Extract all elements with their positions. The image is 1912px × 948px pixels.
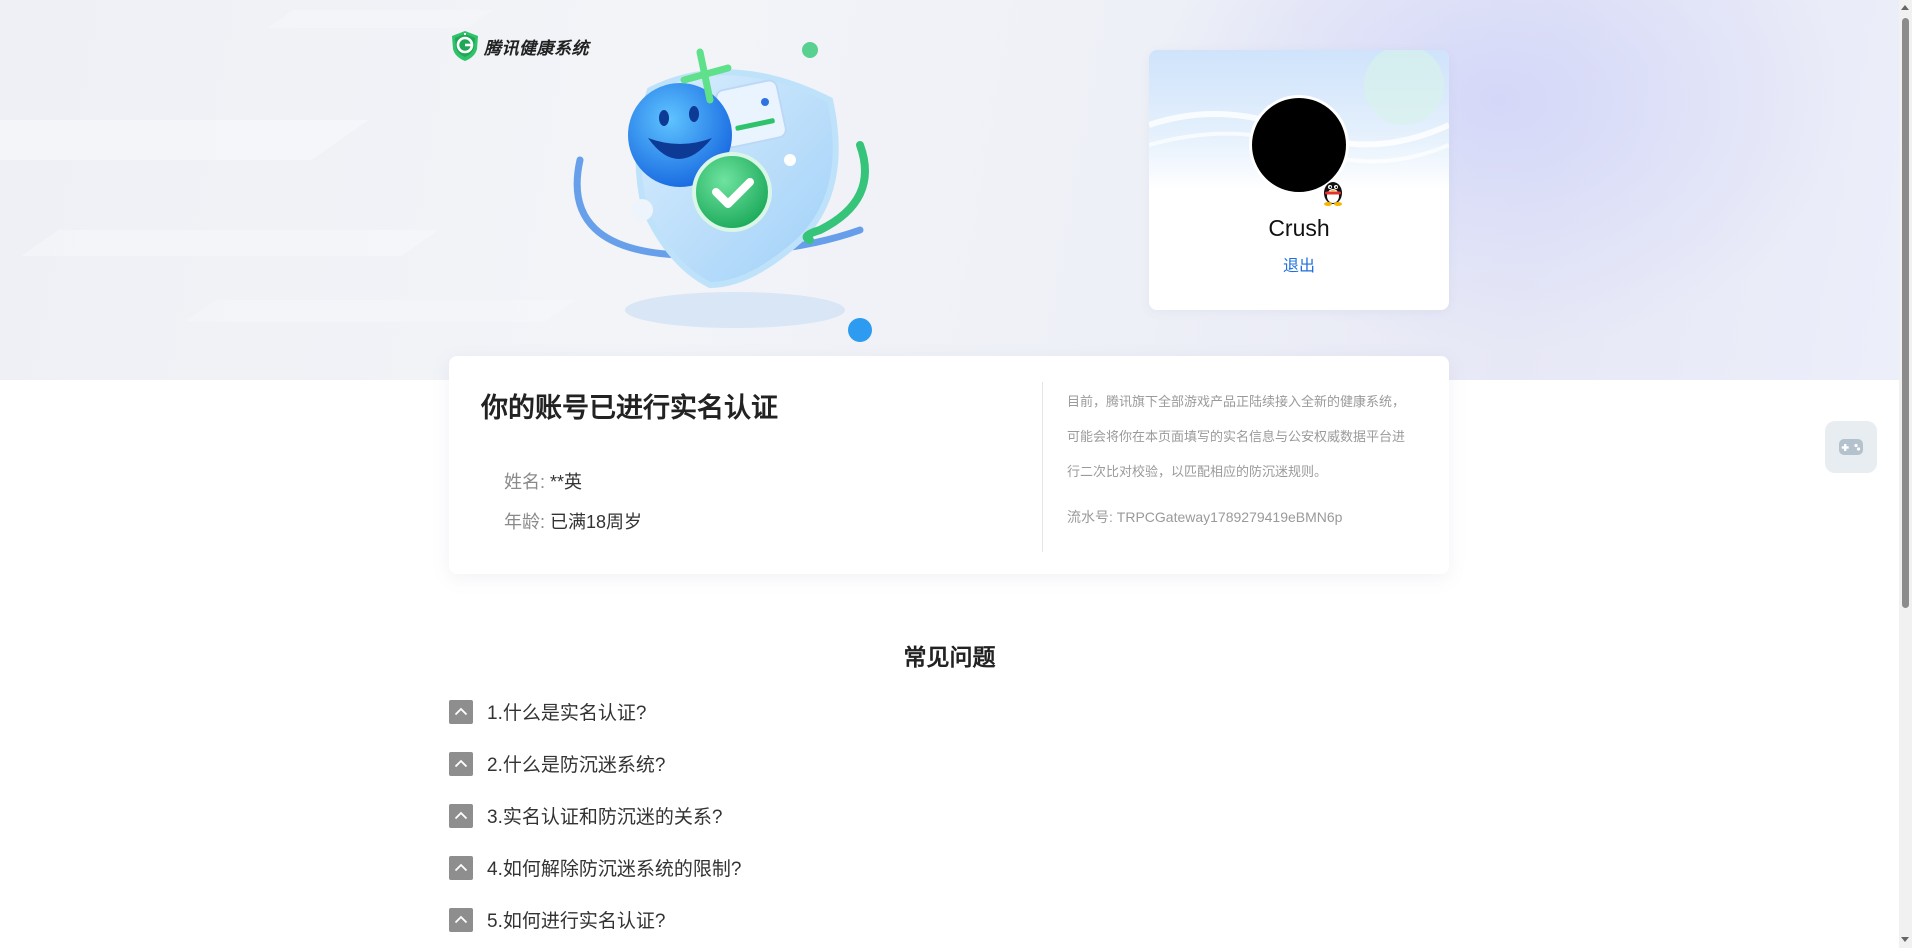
- scroll-down-icon[interactable]: [1901, 937, 1909, 942]
- chevron-up-icon[interactable]: [449, 907, 473, 932]
- faq-question[interactable]: 1.什么是实名认证?: [487, 698, 646, 725]
- game-controller-icon: [1839, 439, 1863, 455]
- hero-illustration: [532, 40, 900, 350]
- faq-item[interactable]: 2.什么是防沉迷系统?: [449, 750, 665, 777]
- page-scrollbar[interactable]: [1899, 0, 1912, 948]
- chevron-up-icon[interactable]: [449, 855, 473, 880]
- name-label: 姓名:: [504, 472, 546, 492]
- user-nickname: Crush: [1268, 215, 1330, 241]
- age-row: 年龄: 已满18周岁: [504, 508, 642, 534]
- health-system-notice: 目前，腾讯旗下全部游戏产品正陆续接入全新的健康系统，可能会将你在本页面填写的实名…: [1067, 394, 1406, 479]
- age-value: 已满18周岁: [550, 512, 643, 532]
- qq-penguin-icon: [1324, 182, 1342, 206]
- tencent-health-shield-icon: [452, 31, 478, 61]
- serial-label: 流水号:: [1067, 509, 1113, 525]
- faq-item[interactable]: 4.如何解除防沉迷系统的限制?: [449, 854, 741, 881]
- serial-number: 流水号: TRPCGateway1789279419eBMN6p: [1067, 507, 1342, 527]
- faq-item[interactable]: 5.如何进行实名认证?: [449, 906, 665, 933]
- logout-link[interactable]: 退出: [1149, 252, 1449, 276]
- hero-banner: [0, 0, 1899, 380]
- serial-value: TRPCGateway1789279419eBMN6p: [1116, 509, 1343, 525]
- faq-question[interactable]: 2.什么是防沉迷系统?: [487, 750, 665, 777]
- verification-title: 你的账号已进行实名认证: [481, 393, 778, 423]
- faq-item[interactable]: 1.什么是实名认证?: [449, 698, 646, 725]
- chevron-up-icon[interactable]: [449, 803, 473, 828]
- scroll-up-icon[interactable]: [1901, 5, 1909, 10]
- faq-question[interactable]: 4.如何解除防沉迷系统的限制?: [487, 854, 741, 881]
- faq-title: 常见问题: [903, 644, 996, 670]
- faq-question[interactable]: 3.实名认证和防沉迷的关系?: [487, 802, 722, 829]
- faq-item[interactable]: 3.实名认证和防沉迷的关系?: [449, 802, 722, 829]
- card-divider: [1042, 382, 1043, 552]
- faq-question[interactable]: 5.如何进行实名认证?: [487, 906, 665, 933]
- chevron-up-icon[interactable]: [449, 699, 473, 724]
- name-value: **英: [550, 472, 583, 492]
- chevron-up-icon[interactable]: [449, 751, 473, 776]
- floating-game-button[interactable]: [1825, 421, 1877, 473]
- scrollbar-thumb[interactable]: [1902, 18, 1909, 608]
- user-profile-card: Crush 退出: [1149, 50, 1449, 310]
- age-label: 年龄:: [504, 512, 546, 532]
- name-row: 姓名: **英: [504, 468, 582, 494]
- verification-card: 你的账号已进行实名认证 姓名: **英 年龄: 已满18周岁 目前，腾讯旗下全部…: [449, 356, 1449, 574]
